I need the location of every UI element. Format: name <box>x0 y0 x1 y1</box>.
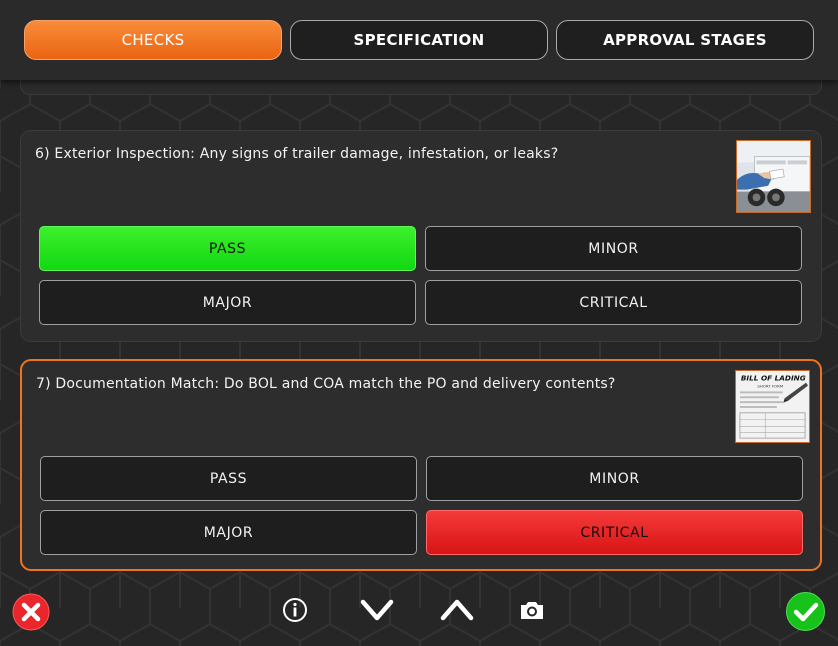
previous-check-card <box>20 80 822 95</box>
chevron-down-icon <box>360 599 394 621</box>
close-icon <box>12 593 50 631</box>
major-option-button[interactable]: MAJOR <box>40 510 417 555</box>
trailer-inspection-photo-icon[interactable] <box>736 140 811 213</box>
info-button[interactable] <box>281 596 309 624</box>
bill-of-lading-photo-icon[interactable]: BILL OF LADING SHORT FORM <box>735 370 810 443</box>
scroll-down-button[interactable] <box>359 598 395 622</box>
minor-option-button[interactable]: MINOR <box>426 456 803 501</box>
tab-bar: CHECKS SPECIFICATION APPROVAL STAGES <box>0 0 838 80</box>
tab-approval-stages[interactable]: APPROVAL STAGES <box>556 20 814 60</box>
bol-caption: BILL OF LADING <box>741 374 806 383</box>
check-card-6: 6) Exterior Inspection: Any signs of tra… <box>20 130 822 342</box>
minor-option-button[interactable]: MINOR <box>425 226 802 271</box>
camera-icon <box>521 602 543 619</box>
check-question: 6) Exterior Inspection: Any signs of tra… <box>35 146 559 162</box>
bill-of-lading-image: BILL OF LADING SHORT FORM <box>736 371 809 442</box>
critical-option-button[interactable]: CRITICAL <box>426 510 803 555</box>
tab-checks[interactable]: CHECKS <box>24 20 282 60</box>
tab-specification[interactable]: SPECIFICATION <box>290 20 548 60</box>
info-icon <box>283 598 307 622</box>
major-option-button[interactable]: MAJOR <box>39 280 416 325</box>
check-card-7: 7) Documentation Match: Do BOL and COA m… <box>20 359 822 571</box>
camera-button[interactable] <box>518 598 546 622</box>
check-question: 7) Documentation Match: Do BOL and COA m… <box>36 376 616 392</box>
pass-option-button[interactable]: PASS <box>39 226 416 271</box>
bol-subcaption: SHORT FORM <box>757 384 783 389</box>
scroll-up-button[interactable] <box>439 598 475 622</box>
checkmark-icon <box>786 592 825 631</box>
cancel-button[interactable] <box>11 592 51 632</box>
confirm-button[interactable] <box>785 591 826 632</box>
chevron-up-icon <box>440 599 474 621</box>
checks-list[interactable]: 6) Exterior Inspection: Any signs of tra… <box>0 80 838 578</box>
bottom-toolbar <box>0 578 838 646</box>
trailer-photo-image <box>737 141 810 212</box>
critical-option-button[interactable]: CRITICAL <box>425 280 802 325</box>
pass-option-button[interactable]: PASS <box>40 456 417 501</box>
